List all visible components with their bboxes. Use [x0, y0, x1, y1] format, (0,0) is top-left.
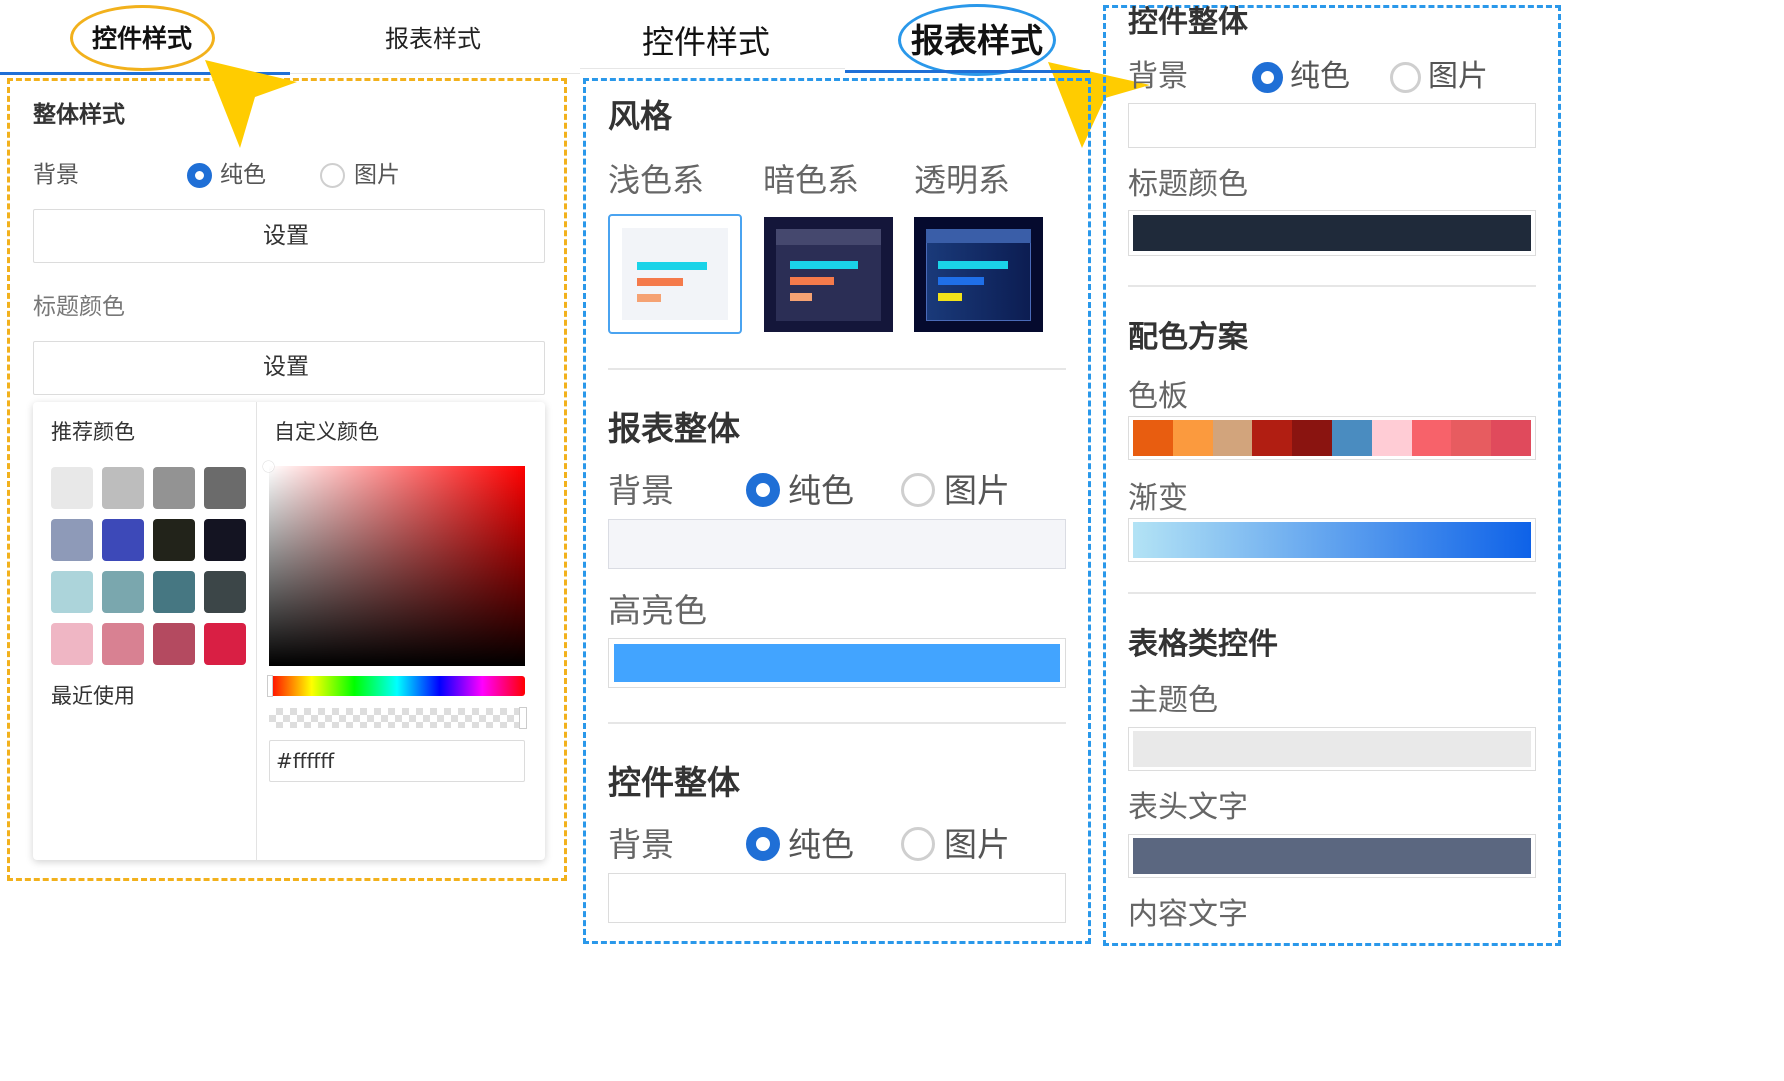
theme-dark-header	[776, 229, 881, 245]
widget-whole-title: 控件整体	[608, 763, 740, 802]
palette-color	[1172, 420, 1213, 456]
theme-light-bar-1	[637, 262, 707, 270]
theme-transparent-bar-3	[938, 293, 962, 301]
theme-transparent-bar-2	[938, 277, 984, 285]
divider-3	[1128, 285, 1536, 287]
highlight-label: 高亮色	[608, 591, 707, 630]
theme-dark-bar-3	[790, 293, 812, 301]
theme-transparent-label[interactable]: 透明系	[914, 164, 1010, 196]
gradient-label: 渐变	[1128, 481, 1188, 516]
radio-image-label-3: 图片	[1428, 59, 1488, 94]
widget-radio-image-label: 图片	[944, 825, 1010, 864]
theme-transparent-header	[926, 229, 1031, 243]
panel2-frame	[583, 78, 1091, 944]
widget-radio-solid[interactable]	[746, 827, 780, 861]
theme-color-label: 主题色	[1128, 683, 1218, 718]
radio-image-3[interactable]	[1390, 62, 1421, 93]
tab-widget-style-2[interactable]: 控件样式	[642, 26, 770, 58]
widget-radio-image[interactable]	[901, 827, 935, 861]
palette-color	[1491, 420, 1532, 456]
radio-solid-3[interactable]	[1252, 62, 1283, 93]
theme-dark-bar-1	[790, 261, 858, 269]
palette-color	[1451, 420, 1492, 456]
yellow-arrow-shape-1	[205, 60, 297, 148]
theme-light-inner	[622, 228, 728, 320]
content-text-label: 内容文字	[1128, 897, 1248, 932]
widget-radio-solid-label: 纯色	[788, 825, 854, 864]
gradient-swatch	[1133, 522, 1531, 558]
theme-light-label[interactable]: 浅色系	[608, 164, 704, 196]
palette-color	[1332, 420, 1372, 456]
palette-color	[1212, 420, 1253, 456]
widget-whole-title-3: 控件整体	[1128, 5, 1248, 40]
table-widget-title: 表格类控件	[1128, 627, 1278, 662]
divider-1	[608, 368, 1066, 370]
tab-highlight-ellipse-2	[898, 4, 1056, 76]
palette-color	[1252, 420, 1293, 456]
theme-dark-bar-2	[790, 277, 834, 285]
report-radio-image[interactable]	[901, 473, 935, 507]
theme-dark-thumb[interactable]	[764, 217, 893, 332]
palette-label: 色板	[1128, 379, 1188, 414]
tab-underline-2	[845, 70, 1090, 73]
theme-light-thumb[interactable]	[608, 214, 742, 334]
divider-2	[608, 722, 1066, 724]
header-text-swatch	[1133, 838, 1531, 874]
report-radio-image-label: 图片	[944, 471, 1010, 510]
radio-solid-label-3: 纯色	[1290, 59, 1350, 94]
report-background-label: 背景	[608, 471, 674, 510]
title-color-label-3: 标题颜色	[1128, 167, 1248, 202]
report-background-field[interactable]	[608, 519, 1066, 569]
header-text-label: 表头文字	[1128, 790, 1248, 825]
theme-transparent-thumb[interactable]	[914, 217, 1043, 332]
theme-light-bar-3	[637, 294, 661, 302]
background-label-3: 背景	[1128, 59, 1188, 94]
palette-color	[1371, 420, 1412, 456]
widget-background-label: 背景	[608, 825, 674, 864]
theme-light-bar-2	[637, 278, 683, 286]
style-title: 风格	[608, 97, 673, 135]
divider-4	[1128, 592, 1536, 594]
color-scheme-title: 配色方案	[1128, 320, 1248, 355]
highlight-swatch	[614, 644, 1060, 682]
report-radio-solid-label: 纯色	[788, 471, 854, 510]
theme-transparent-bar-1	[938, 261, 1008, 269]
palette-color	[1292, 420, 1333, 456]
report-radio-solid[interactable]	[746, 473, 780, 507]
report-whole-title: 报表整体	[608, 409, 740, 448]
widget-background-field[interactable]	[608, 873, 1066, 923]
title-color-swatch	[1133, 215, 1531, 251]
theme-dark-label[interactable]: 暗色系	[763, 164, 859, 196]
palette-color	[1133, 420, 1173, 456]
palette-color	[1411, 420, 1452, 456]
background-field-3[interactable]	[1128, 103, 1536, 148]
theme-color-swatch	[1133, 731, 1531, 767]
tab-divider-2	[580, 68, 845, 69]
